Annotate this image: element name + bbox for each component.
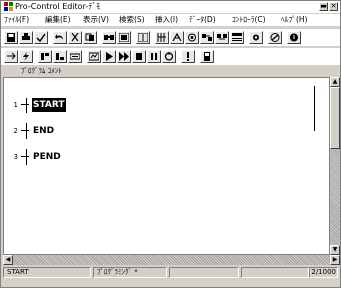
program-line[interactable]: 1 START <box>4 98 324 112</box>
menu-bar: ﾌｧｲﾙ(F) 編集(E) 表示(V) 検索(S) 挿入(I) ﾃﾞｰﾀ(D) … <box>1 14 340 26</box>
line-number: 2 <box>13 127 18 135</box>
menu-view[interactable]: 表示(V) <box>83 14 109 26</box>
switch-icon[interactable] <box>200 50 214 63</box>
menu-search[interactable]: 検索(S) <box>119 14 145 26</box>
find-icon[interactable] <box>102 31 116 44</box>
pause-icon[interactable] <box>147 50 161 63</box>
lightning-icon[interactable] <box>19 50 33 63</box>
scroll-up-button[interactable]: ▲ <box>330 77 340 87</box>
settings-icon[interactable] <box>230 31 244 44</box>
insert-icon[interactable] <box>136 31 150 44</box>
status-mode: ﾌﾟﾛｸﾞﾗﾐﾝｸﾞ * <box>93 267 167 278</box>
line-connector <box>21 104 29 105</box>
return-icon[interactable] <box>4 50 18 63</box>
save-icon[interactable] <box>4 31 18 44</box>
stop-square-icon[interactable] <box>132 50 146 63</box>
status-bar: START ﾌﾟﾛｸﾞﾗﾐﾝｸﾞ * 2/1000 <box>3 267 338 278</box>
vertical-scroll-track[interactable] <box>330 149 340 245</box>
io-icon[interactable] <box>170 31 184 44</box>
app-icon[interactable] <box>4 2 13 11</box>
reset-icon[interactable] <box>162 50 176 63</box>
status-panel-empty <box>241 267 309 278</box>
gear-icon[interactable] <box>249 31 263 44</box>
menu-help[interactable]: ﾍﾙﾌﾟ(H) <box>281 14 308 26</box>
menu-data[interactable]: ﾃﾞｰﾀ(D) <box>189 14 216 26</box>
statement-end[interactable]: END <box>32 124 55 138</box>
status-current-statement: START <box>3 267 91 278</box>
jump-icon[interactable] <box>68 50 82 63</box>
minimize-button[interactable]: ▬ <box>319 2 328 11</box>
program-editor[interactable]: 1 START 2 END 3 PEND <box>3 77 330 255</box>
stop-icon[interactable] <box>268 31 282 44</box>
status-position: 2/1000 <box>309 267 338 278</box>
menu-controller[interactable]: ｺﾝﾄﾛｰﾗ(C) <box>232 14 266 26</box>
scroll-right-button[interactable]: ▶ <box>330 255 340 265</box>
statement-start[interactable]: START <box>32 98 66 112</box>
trace-icon[interactable] <box>87 50 101 63</box>
scroll-left-button[interactable]: ◀ <box>3 255 13 265</box>
line-number: 3 <box>13 153 18 161</box>
step-over-icon[interactable] <box>53 50 67 63</box>
print-icon[interactable] <box>19 31 33 44</box>
main-toolbar <box>1 29 340 46</box>
transfer-icon[interactable] <box>200 31 214 44</box>
undo-icon[interactable] <box>53 31 67 44</box>
copy-icon[interactable] <box>83 31 97 44</box>
line-number: 1 <box>13 101 18 109</box>
status-panel-empty <box>169 267 239 278</box>
cut-icon[interactable] <box>68 31 82 44</box>
menu-edit[interactable]: 編集(E) <box>45 14 71 26</box>
debug-toolbar <box>1 48 340 65</box>
close-button[interactable]: ✕ <box>329 2 338 11</box>
step-icon[interactable] <box>38 50 52 63</box>
statement-pend[interactable]: PEND <box>32 150 62 164</box>
vertical-scrollbar[interactable]: ▲ ▼ <box>330 77 340 255</box>
play-icon[interactable] <box>102 50 116 63</box>
program-line[interactable]: 3 PEND <box>4 150 324 164</box>
compile-icon[interactable] <box>185 31 199 44</box>
find-replace-icon[interactable] <box>117 31 131 44</box>
program-comment-header: ﾌﾟﾛｸﾞﾗﾑ ｺﾒﾝﾄ <box>21 67 62 75</box>
fast-forward-icon[interactable] <box>117 50 131 63</box>
check-icon[interactable] <box>34 31 48 44</box>
vertical-scroll-thumb[interactable] <box>330 87 340 149</box>
scroll-down-button[interactable]: ▼ <box>330 245 340 255</box>
line-connector <box>21 156 29 157</box>
alert-icon[interactable] <box>181 50 195 63</box>
menu-insert[interactable]: 挿入(I) <box>155 14 178 26</box>
window-title: Pro-Control Editor-ﾃﾞﾓ <box>15 2 101 11</box>
horizontal-scrollbar[interactable]: ◀ ▶ <box>3 255 340 265</box>
editor-window: Pro-Control Editor-ﾃﾞﾓ ▬ ✕ ﾌｧｲﾙ(F) 編集(E)… <box>0 0 341 288</box>
ladder-icon[interactable] <box>155 31 169 44</box>
menu-file[interactable]: ﾌｧｲﾙ(F) <box>4 14 29 26</box>
help-icon[interactable] <box>287 31 301 44</box>
title-bar: Pro-Control Editor-ﾃﾞﾓ ▬ ✕ <box>1 1 340 13</box>
monitor-icon[interactable] <box>215 31 229 44</box>
line-connector <box>21 130 29 131</box>
program-line[interactable]: 2 END <box>4 124 324 138</box>
